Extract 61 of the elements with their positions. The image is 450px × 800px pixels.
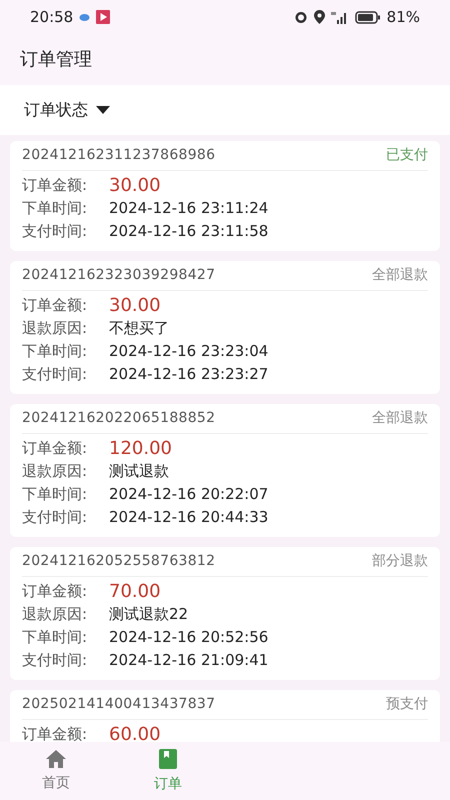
order-status-filter[interactable]: 订单状态 — [24, 98, 110, 122]
location-icon — [314, 10, 325, 24]
battery-level: 81% — [386, 6, 420, 28]
clock-time: 20:58 — [30, 6, 74, 28]
field-value: 测试退款22 — [109, 604, 188, 626]
field-label: 订单金额: — [22, 724, 88, 742]
field-label: 退款原因: — [22, 604, 88, 626]
order-status: 预支付 — [386, 695, 428, 714]
field-label: 订单金额: — [22, 581, 88, 602]
field-value: 2024-12-16 21:09:41 — [109, 650, 268, 672]
alarm-icon — [294, 10, 308, 24]
field-value: 2024-12-16 23:23:04 — [109, 341, 268, 362]
field-label: 支付时间: — [22, 650, 88, 672]
field-label: 订单金额: — [22, 438, 88, 460]
order-number: 202502141400413437837 — [22, 695, 216, 714]
order-amount: 120.00 — [109, 437, 172, 461]
field-label: 支付时间: — [22, 507, 88, 528]
field-value: 2024-12-16 23:11:58 — [109, 221, 268, 242]
field-label: 订单金额: — [22, 295, 88, 316]
field-label: 订单金额: — [22, 175, 88, 196]
field-label: 退款原因: — [22, 461, 88, 482]
order-status: 全部退款 — [372, 409, 428, 428]
order-card[interactable]: 202412162311237868986 已支付 订单金额: 30.00 下单时间: 2024-12-16 23:11:24 支付时间: 2024-12-16 23:11:58 — [10, 141, 440, 251]
order-card[interactable]: 202412162323039298427 全部退款 订单金额: 30.00 退款原因: 不想买了 下单时间: 2024-12-16 23:23:04 支付时间: 2024-12-16 23:23:27 — [10, 261, 440, 394]
signal-icon — [330, 10, 349, 24]
order-card[interactable]: 202502141400413437837 预支付 订单金额: 60.00 — [10, 690, 440, 742]
video-play-icon — [96, 10, 110, 24]
order-amount: 30.00 — [109, 174, 161, 198]
order-status: 全部退款 — [372, 266, 428, 285]
battery-icon — [354, 10, 381, 24]
field-label: 支付时间: — [22, 221, 88, 242]
nav-tab[interactable]: 首页 — [0, 742, 112, 800]
order-number: 202412162052558763812 — [22, 552, 216, 571]
order-card[interactable]: 202412162052558763812 部分退款 订单金额: 70.00 退款原因: 测试退款22 下单时间: 2024-12-16 20:52:56 支付时间: 2024-12-16 21:09:41 — [10, 547, 440, 680]
order-amount: 70.00 — [109, 580, 161, 604]
field-value: 2024-12-16 20:44:33 — [109, 507, 268, 528]
field-value: 2024-12-16 23:11:24 — [109, 198, 268, 220]
field-label: 支付时间: — [22, 364, 88, 386]
bookmark-book-icon — [158, 748, 178, 770]
order-number: 202412162323039298427 — [22, 266, 216, 285]
order-amount: 30.00 — [109, 294, 161, 318]
field-value: 2024-12-16 20:52:56 — [109, 627, 268, 648]
home-icon — [45, 748, 67, 768]
app-notification-icon — [79, 12, 90, 22]
page-title: 订单管理 — [20, 48, 92, 72]
field-label: 下单时间: — [22, 341, 88, 362]
order-status: 已支付 — [386, 146, 428, 165]
field-label: 退款原因: — [22, 318, 88, 340]
order-status: 部分退款 — [372, 552, 428, 571]
order-number: 202412162311237868986 — [22, 146, 216, 165]
field-value: 2024-12-16 23:23:27 — [109, 364, 268, 386]
field-value: 不想买了 — [109, 318, 169, 340]
field-label: 下单时间: — [22, 627, 88, 648]
field-value: 2024-12-16 20:22:07 — [109, 484, 268, 506]
order-amount: 60.00 — [109, 723, 161, 742]
field-label: 下单时间: — [22, 484, 88, 506]
order-card[interactable]: 202412162022065188852 全部退款 订单金额: 120.00 退款原因: 测试退款 下单时间: 2024-12-16 20:22:07 支付时间: 2024-12-16 20:44:33 — [10, 404, 440, 537]
field-value: 测试退款 — [109, 461, 169, 482]
order-number: 202412162022065188852 — [22, 409, 216, 428]
field-label: 下单时间: — [22, 198, 88, 220]
dropdown-caret-icon — [96, 106, 110, 114]
